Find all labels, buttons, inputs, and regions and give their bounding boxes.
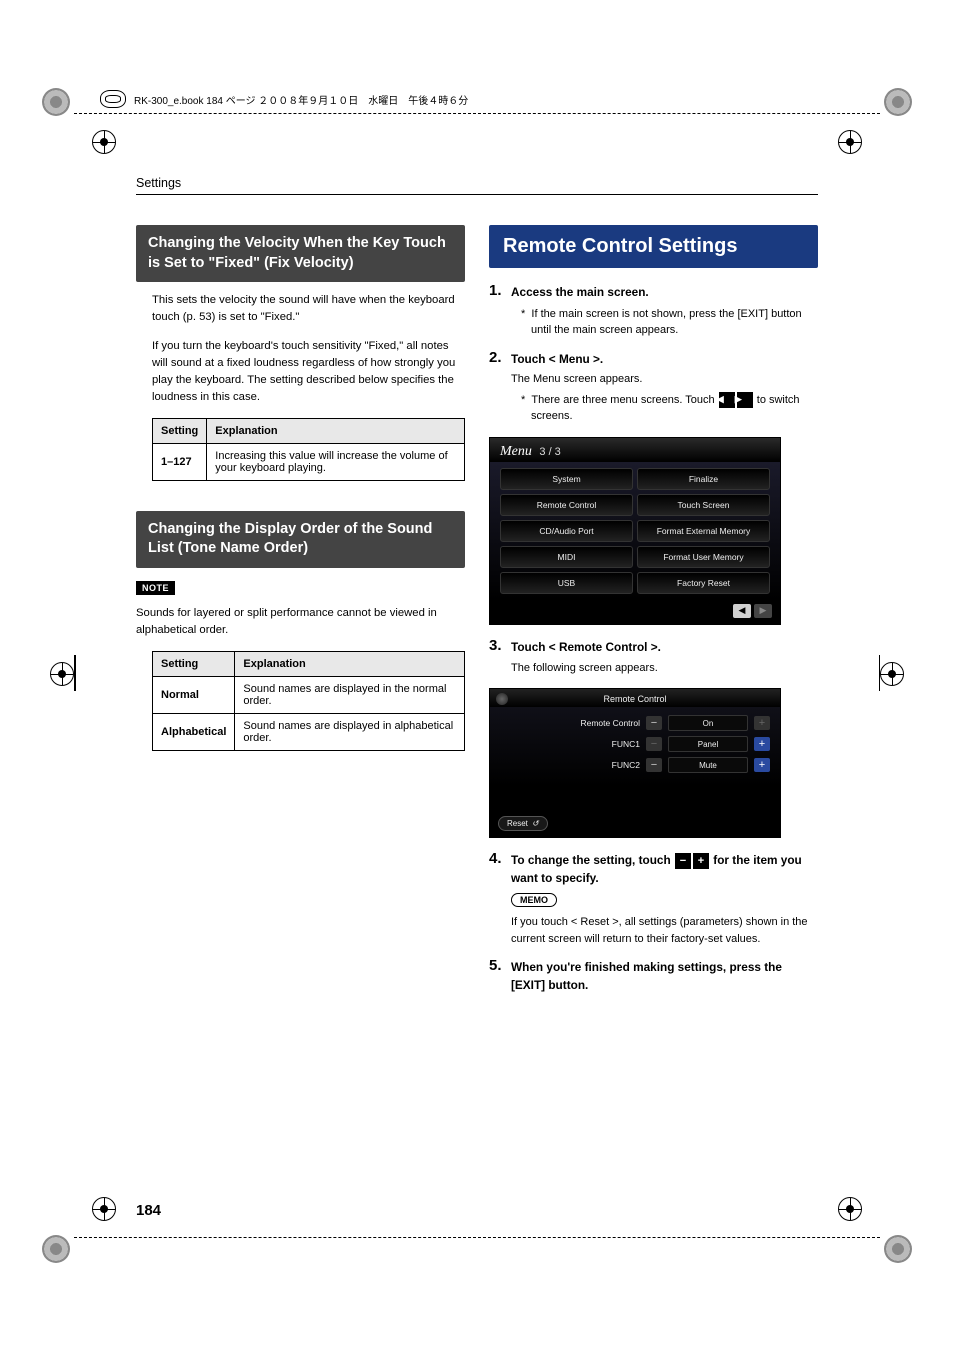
print-job-header: RK-300_e.book 184 ページ ２００８年９月１０日 水曜日 午後４… [100,90,468,108]
minus-button[interactable]: − [646,716,662,730]
step-2: Touch < Menu >. The Menu screen appears.… [489,351,818,425]
minus-icon: − [675,853,691,869]
minus-button-disabled[interactable]: − [646,737,662,751]
remote-control-screenshot: Remote Control Remote Control − On + FUN… [489,688,781,838]
step-5-head: When you're finished making settings, pr… [511,959,818,994]
menu-nav-right-icon[interactable]: ▶ [754,604,772,618]
crop-tick [879,655,881,691]
step-2-note: * There are three menu screens. Touch ◀▶… [521,392,818,425]
table-header-setting: Setting [153,418,207,443]
step-3: Touch < Remote Control >. The following … [489,639,818,676]
reset-icon: ↺ [532,819,539,828]
trim-line-bottom [74,1237,880,1238]
step-4: To change the setting, touch −+ for the … [489,852,818,947]
registration-mark-tr [838,130,862,154]
plus-button-disabled[interactable]: + [754,716,770,730]
memo-tag: MEMO [511,893,557,907]
table-header-explanation: Explanation [207,418,465,443]
rc-screenshot-title: Remote Control [490,689,780,707]
menu-item-factory-reset[interactable]: Factory Reset [637,572,770,594]
table-cell-setting: Normal [153,676,235,713]
registration-mark-bl [92,1197,116,1221]
note-tag: NOTE [136,581,175,595]
table-cell-explanation: Increasing this value will increase the … [207,443,465,480]
step-4-head: To change the setting, touch −+ for the … [511,852,818,887]
step-4-memo-text: If you touch < Reset >, all settings (pa… [511,914,818,947]
step-3-head: Touch < Remote Control >. [511,639,818,657]
rc-row-func2: FUNC2 − Mute + [500,757,770,773]
menu-nav-left-icon[interactable]: ◀ [733,604,751,618]
step-3-sub: The following screen appears. [511,660,818,677]
table-row: Normal Sound names are displayed in the … [153,676,465,713]
crop-circle-bl [42,1235,70,1263]
registration-mark-tl [92,130,116,154]
crop-circle-tl [42,88,70,116]
section-heading-tone-name-order: Changing the Display Order of the Sound … [136,511,465,568]
table-cell-explanation: Sound names are displayed in alphabetica… [235,713,465,750]
menu-item-remote-control[interactable]: Remote Control [500,494,633,516]
menu-item-midi[interactable]: MIDI [500,546,633,568]
menu-screenshot: Menu 3 / 3 System Finalize Remote Contro… [489,437,781,625]
step-5: When you're finished making settings, pr… [489,959,818,994]
reset-button[interactable]: Reset ↺ [498,816,548,831]
menu-item-cd-audio-port[interactable]: CD/Audio Port [500,520,633,542]
table-cell-setting: 1–127 [153,443,207,480]
print-job-text: RK-300_e.book 184 ページ ２００８年９月１０日 水曜日 午後４… [134,92,468,107]
plus-icon: + [693,853,709,869]
plus-button[interactable]: + [754,758,770,772]
step-2-sub: The Menu screen appears. [511,371,818,388]
table-cell-setting: Alphabetical [153,713,235,750]
table-row: 1–127 Increasing this value will increas… [153,443,465,480]
section-heading-remote-control: Remote Control Settings [489,225,818,268]
menu-item-format-user[interactable]: Format User Memory [637,546,770,568]
rc-value: Mute [668,757,748,773]
registration-mark-ml [50,662,74,686]
crop-circle-br [884,1235,912,1263]
menu-item-usb[interactable]: USB [500,572,633,594]
trim-line-top [74,113,880,114]
tone-order-table: Setting Explanation Normal Sound names a… [152,651,465,751]
right-arrow-icon: ▶ [737,392,753,408]
table-cell-explanation: Sound names are displayed in the normal … [235,676,465,713]
registration-mark-br [838,1197,862,1221]
menu-item-finalize[interactable]: Finalize [637,468,770,490]
fix-velocity-desc-2: If you turn the keyboard's touch sensiti… [152,338,465,406]
table-header-setting: Setting [153,651,235,676]
asterisk-icon: * [521,394,525,406]
asterisk-icon: * [521,308,525,320]
table-header-explanation: Explanation [235,651,465,676]
registration-mark-mr [880,662,904,686]
step-2-head: Touch < Menu >. [511,351,818,369]
crop-circle-tr [884,88,912,116]
tone-order-note-text: Sounds for layered or split performance … [136,605,465,639]
running-head: Settings [136,176,818,195]
menu-screenshot-title: Menu 3 / 3 [490,438,780,462]
menu-item-system[interactable]: System [500,468,633,490]
step-1: Access the main screen. * If the main sc… [489,284,818,339]
step-1-head: Access the main screen. [511,284,818,302]
table-row: Alphabetical Sound names are displayed i… [153,713,465,750]
page-number: 184 [136,1202,161,1219]
minus-button[interactable]: − [646,758,662,772]
menu-item-format-external[interactable]: Format External Memory [637,520,770,542]
rc-row-func1: FUNC1 − Panel + [500,736,770,752]
fix-velocity-table: Setting Explanation 1–127 Increasing thi… [152,418,465,481]
left-arrow-icon: ◀ [719,392,735,408]
section-heading-fix-velocity: Changing the Velocity When the Key Touch… [136,225,465,282]
menu-item-touch-screen[interactable]: Touch Screen [637,494,770,516]
plus-button[interactable]: + [754,737,770,751]
rc-value: Panel [668,736,748,752]
crop-tick [74,655,76,691]
step-1-note: * If the main screen is not shown, press… [521,306,818,339]
rc-row-remote-control: Remote Control − On + [500,715,770,731]
fix-velocity-desc-1: This sets the velocity the sound will ha… [152,292,465,326]
rc-value: On [668,715,748,731]
